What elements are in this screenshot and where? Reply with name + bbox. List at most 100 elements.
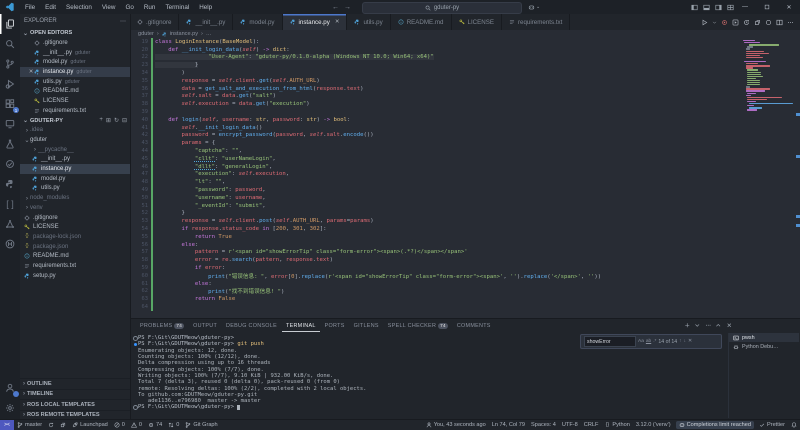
open-editor-item-.gitignore[interactable]: .gitignore: [20, 38, 130, 48]
code-line[interactable]: 45"cllt": "userNameLogin",: [130, 155, 800, 163]
code-line[interactable]: 47"execution": self.execution,: [130, 171, 800, 179]
open-editor-item-requirements.txt[interactable]: requirements.txt: [20, 106, 130, 116]
menu-item-go[interactable]: Go: [121, 3, 137, 12]
tree-item-.idea[interactable]: ›.idea: [20, 126, 130, 136]
more-actions-icon-icon[interactable]: [787, 19, 794, 26]
status-git-graph[interactable]: Git Graph: [182, 420, 220, 430]
code-line[interactable]: 36data = get_salt_and_execution_from_htm…: [130, 85, 800, 93]
back-icon[interactable]: ←: [332, 4, 339, 11]
customize-layout-icon[interactable]: [727, 4, 734, 11]
status-errors[interactable]: 0: [111, 420, 128, 430]
code-line[interactable]: 50"username": username,: [130, 194, 800, 202]
code-line[interactable]: 44"captcha": "",: [130, 147, 800, 155]
menu-item-run[interactable]: Run: [140, 3, 160, 12]
new-terminal-icon[interactable]: [684, 322, 691, 329]
menu-item-help[interactable]: Help: [195, 3, 216, 12]
code-line[interactable]: 35response = self.client.get(self.AUTH_U…: [130, 77, 800, 85]
status-layers-status[interactable]: [57, 420, 69, 430]
tree-item-model.py[interactable]: model.py: [20, 174, 130, 184]
collapse-all-icon[interactable]: ⊟: [122, 117, 127, 124]
minimize-button[interactable]: —: [734, 0, 756, 14]
status-remote-indicator[interactable]: ><: [0, 420, 14, 430]
tree-item-venv[interactable]: ›venv: [20, 203, 130, 213]
section-timeline[interactable]: ›TIMELINE: [20, 389, 130, 400]
status-warnings[interactable]: 0: [128, 420, 145, 430]
maximize-panel-icon[interactable]: [715, 322, 722, 329]
sidebar-more-icon[interactable]: ⋯: [120, 18, 126, 25]
code-line[interactable]: 46"dllt": "generalLogin",: [130, 163, 800, 171]
status-blame[interactable]: You, 43 seconds ago: [423, 420, 489, 430]
code-line[interactable]: 53response = self.client.post(self.AUTH_…: [130, 217, 800, 225]
tab-__init__.py[interactable]: __init__.py: [179, 14, 233, 30]
activity-accounts[interactable]: [0, 378, 20, 398]
menu-item-file[interactable]: File: [21, 3, 39, 12]
tab-.gitignore[interactable]: .gitignore: [130, 14, 179, 30]
workspace-header[interactable]: ⌄ GDUTER-PY + ⊞ ↻ ⊟: [20, 116, 130, 126]
code-line[interactable]: 56else:: [130, 241, 800, 249]
code-line[interactable]: 60print("错误信息: ", error[0].replace(r'<sp…: [130, 272, 800, 280]
open-editor-item-instance.py[interactable]: ✕instance.pygduter: [20, 67, 130, 77]
tree-item-package-lock.json[interactable]: {}package-lock.json: [20, 232, 130, 242]
status-language-mode[interactable]: {}Python: [601, 420, 632, 430]
activity-h-extension[interactable]: [0, 234, 20, 254]
activity-remote-explorer[interactable]: [0, 114, 20, 134]
code-line[interactable]: 38self.execution = data.get("execution"): [130, 100, 800, 108]
open-editor-item-model.py[interactable]: model.pygduter: [20, 57, 130, 67]
run-cell-icon-icon[interactable]: [732, 19, 739, 26]
terminal-instance-PythonDebu[interactable]: Python Debu…: [729, 342, 799, 351]
breadcrumb-item[interactable]: …: [206, 31, 212, 37]
panel-tab-spell-checker[interactable]: SPELL CHECKER74: [384, 319, 452, 332]
activity-run-debug[interactable]: [0, 74, 20, 94]
menu-item-selection[interactable]: Selection: [62, 3, 96, 12]
open-editor-item-LICENSE[interactable]: LICENSE: [20, 96, 130, 106]
terminal-output[interactable]: PS F:\Git\GDUTMeow\gduter-py> PS F:\Git\…: [132, 335, 724, 418]
tree-item-utils.py[interactable]: utils.py: [20, 184, 130, 194]
code-line[interactable]: 43params = {: [130, 139, 800, 147]
tree-item-README.md[interactable]: README.md: [20, 251, 130, 261]
code-line[interactable]: 57pattern = r'<span id="showErrorTip" cl…: [130, 249, 800, 257]
panel-tab-comments[interactable]: COMMENTS: [453, 319, 495, 332]
code-line[interactable]: 52}: [130, 210, 800, 218]
breadcrumb-item[interactable]: gduter: [138, 31, 154, 37]
code-line[interactable]: 63return False: [130, 295, 800, 303]
panel-tab-debug-console[interactable]: DEBUG CONSOLE: [222, 319, 281, 332]
new-file-icon[interactable]: +: [99, 117, 103, 124]
tab-requirements.txt[interactable]: requirements.txt: [502, 14, 570, 30]
code-line[interactable]: 42password = encrypt_password(password, …: [130, 132, 800, 140]
code-line[interactable]: 22"User-Agent": "gduter-py/0.1.0-alpha (…: [130, 54, 800, 62]
tab-instance.py[interactable]: instance.py✕: [283, 14, 348, 30]
status-indentation[interactable]: Spaces: 4: [528, 420, 559, 430]
status-encoding[interactable]: UTF-8: [559, 420, 581, 430]
activity-python-env[interactable]: [0, 174, 20, 194]
panel-tab-output[interactable]: OUTPUT: [189, 319, 221, 332]
close-button[interactable]: ✕: [778, 0, 800, 14]
more-icon[interactable]: [705, 322, 712, 329]
tree-item-requirements.txt[interactable]: requirements.txt: [20, 261, 130, 271]
section-ros-local-templates[interactable]: ›ROS LOCAL TEMPLATES: [20, 399, 130, 410]
code-line[interactable]: 34): [130, 69, 800, 77]
tree-item-LICENSE[interactable]: LICENSE: [20, 222, 130, 232]
open-editor-item-utils.py[interactable]: utils.pygduter: [20, 77, 130, 87]
tab-README.md[interactable]: README.md: [391, 14, 452, 30]
new-folder-icon[interactable]: ⊞: [106, 117, 111, 124]
status-python-interpreter[interactable]: 3.12.0 ('venv'): [633, 420, 674, 430]
status-eol[interactable]: CRLF: [581, 420, 602, 430]
panel-tab-problems[interactable]: PROBLEMS74: [136, 319, 188, 332]
panel-tab-gitlens[interactable]: GITLENS: [350, 319, 383, 332]
activity-extensions[interactable]: 1: [0, 94, 20, 114]
panel-tab-terminal[interactable]: TERMINAL: [282, 319, 320, 332]
menu-item-terminal[interactable]: Terminal: [161, 3, 193, 12]
code-line[interactable]: 62print("找不到错误信息! "): [130, 288, 800, 296]
breadcrumb-item[interactable]: instance.py: [170, 31, 198, 37]
breadcrumb[interactable]: gduter›instance.py›…: [130, 30, 800, 38]
tree-item-instance.py[interactable]: instance.py: [20, 164, 130, 174]
menu-item-edit[interactable]: Edit: [41, 3, 60, 12]
tab-model.py[interactable]: model.py: [233, 14, 282, 30]
code-line[interactable]: 41self.__init_login_data(): [130, 124, 800, 132]
coverage-icon-icon[interactable]: [721, 19, 728, 26]
menu-item-view[interactable]: View: [98, 3, 120, 12]
code-line[interactable]: 39: [130, 108, 800, 116]
tree-item-__init__.py[interactable]: __init__.py: [20, 155, 130, 165]
section-outline[interactable]: ›OUTLINE: [20, 378, 130, 389]
run-button-icon[interactable]: [701, 19, 708, 26]
